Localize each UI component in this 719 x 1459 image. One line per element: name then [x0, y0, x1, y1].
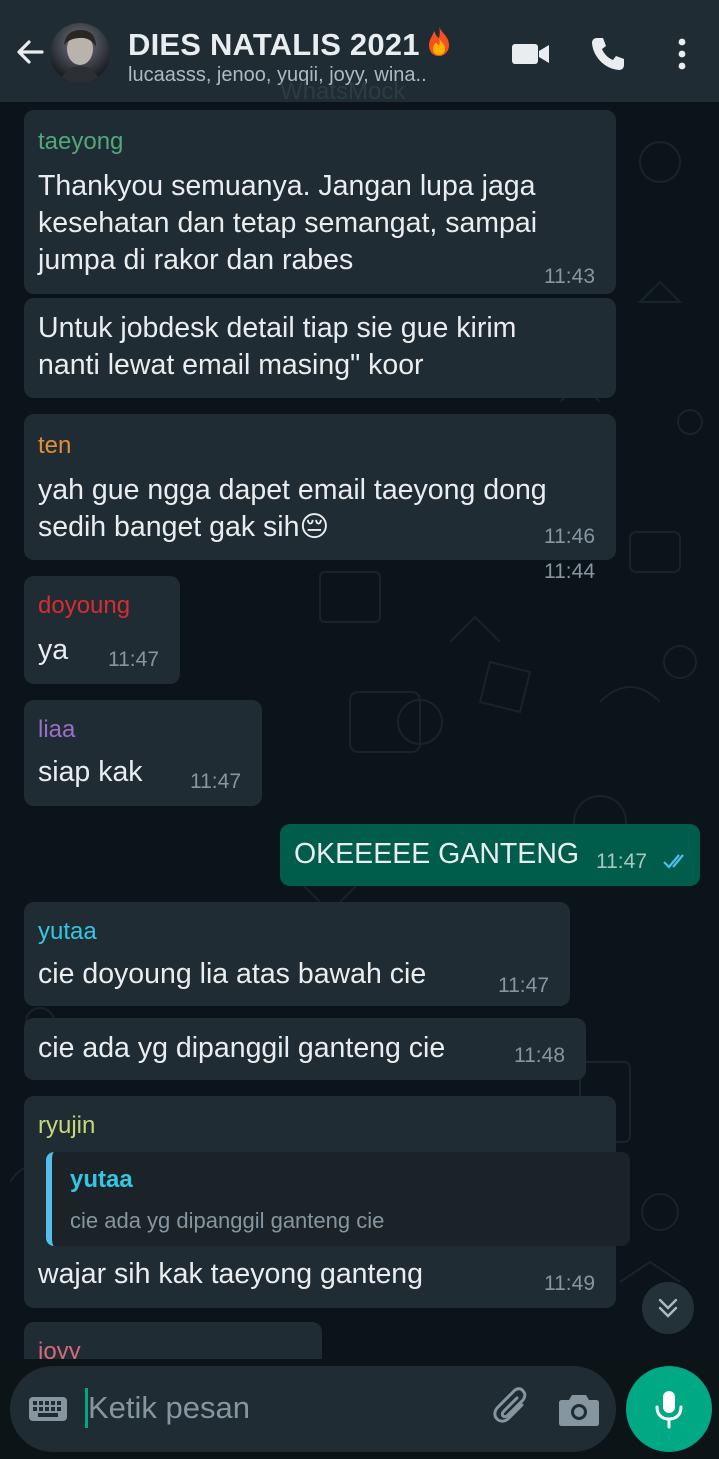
video-call-icon[interactable]: [508, 32, 552, 76]
message-time: 11:48: [514, 1044, 565, 1067]
keyboard-icon[interactable]: [28, 1395, 68, 1423]
voice-message-button[interactable]: [626, 1366, 712, 1452]
arrow-left-icon[interactable]: [12, 34, 48, 70]
message-time: 11:47: [190, 770, 241, 793]
message-text: siap kak: [38, 756, 143, 788]
chat-header: DIES NATALIS 2021 lucaasss, jenoo, yuqii…: [0, 6, 719, 105]
group-avatar[interactable]: [50, 23, 110, 83]
message-input-bar[interactable]: Ketik pesan: [10, 1366, 616, 1452]
message-time: 11:46: [544, 525, 595, 548]
phone-icon[interactable]: [586, 32, 630, 76]
sender-name[interactable]: yutaa: [38, 918, 97, 946]
double-chevron-down-icon: [658, 1298, 678, 1318]
fire-emoji-icon: [428, 26, 449, 56]
message-text: OKEEEEE GANTENG: [294, 838, 580, 870]
message-bubble[interactable]: Untuk jobdesk detail tiap sie gue kirim …: [24, 298, 616, 583]
message-time: 11:47: [108, 648, 159, 671]
message-text: yah gue ngga dapet email taeyong dong se…: [38, 472, 547, 546]
message-text: cie doyoung lia atas bawah cie: [38, 958, 427, 990]
avatar-image: [60, 29, 100, 83]
message-time: 11:44: [544, 560, 595, 583]
camera-icon[interactable]: [558, 1391, 600, 1427]
chat-title-text: DIES NATALIS 2021: [128, 27, 420, 62]
message-bubble[interactable]: liaa siap kak 11:47: [24, 700, 262, 806]
sender-name[interactable]: ryujin: [38, 1112, 95, 1140]
message-time: 11:47: [498, 974, 549, 997]
outgoing-message-bubble[interactable]: OKEEEEE GANTENG 11:47: [280, 824, 700, 886]
sender-name[interactable]: liaa: [38, 716, 75, 744]
sender-name[interactable]: doyoung: [38, 592, 130, 620]
quoted-sender: yutaa: [70, 1166, 133, 1193]
message-bubble[interactable]: yutaa cie doyoung lia atas bawah cie 11:…: [24, 902, 570, 1006]
message-input[interactable]: Ketik pesan: [88, 1390, 250, 1426]
message-bubble[interactable]: taeyong Thankyou semuanya. Jangan lupa j…: [24, 110, 616, 294]
mic-icon: [655, 1391, 683, 1429]
message-bubble[interactable]: cie ada yg dipanggil ganteng cie 11:48: [24, 1018, 586, 1080]
quoted-text: cie ada yg dipanggil ganteng cie: [70, 1208, 385, 1233]
paperclip-icon[interactable]: [492, 1387, 532, 1431]
message-text: Untuk jobdesk detail tiap sie gue kirim …: [38, 312, 517, 381]
message-text: ya: [38, 634, 69, 666]
message-bubble[interactable]: ryujin yutaa cie ada yg dipanggil ganten…: [24, 1096, 630, 1308]
sender-name[interactable]: taeyong: [38, 128, 123, 156]
double-check-icon: [663, 854, 684, 869]
quoted-message[interactable]: yutaa cie ada yg dipanggil ganteng cie: [46, 1152, 630, 1246]
chat-title[interactable]: DIES NATALIS 2021: [128, 24, 456, 63]
message-bubble[interactable]: ten yah gue ngga dapet email taeyong don…: [24, 414, 616, 560]
message-time: 11:47: [596, 850, 647, 873]
message-bubble[interactable]: doyoung ya 11:47: [24, 576, 180, 684]
more-vert-icon[interactable]: [660, 32, 704, 76]
pensive-emoji: 😔: [299, 511, 330, 543]
message-bubble[interactable]: joyy: [24, 1322, 322, 1359]
message-time: 11:49: [544, 1272, 595, 1295]
scroll-to-bottom-button[interactable]: [642, 1282, 694, 1334]
message-time: 11:43: [544, 265, 595, 288]
message-text: wajar sih kak taeyong ganteng: [38, 1258, 424, 1290]
message-text: cie ada yg dipanggil ganteng cie: [38, 1032, 446, 1064]
chat-area[interactable]: taeyong Thankyou semuanya. Jangan lupa j…: [0, 102, 719, 1359]
message-text-content: yah gue ngga dapet email taeyong dong se…: [38, 474, 547, 543]
sender-name[interactable]: joyy: [38, 1338, 81, 1359]
sender-name[interactable]: ten: [38, 432, 71, 460]
message-text: Thankyou semuanya. Jangan lupa jaga kese…: [38, 170, 538, 276]
